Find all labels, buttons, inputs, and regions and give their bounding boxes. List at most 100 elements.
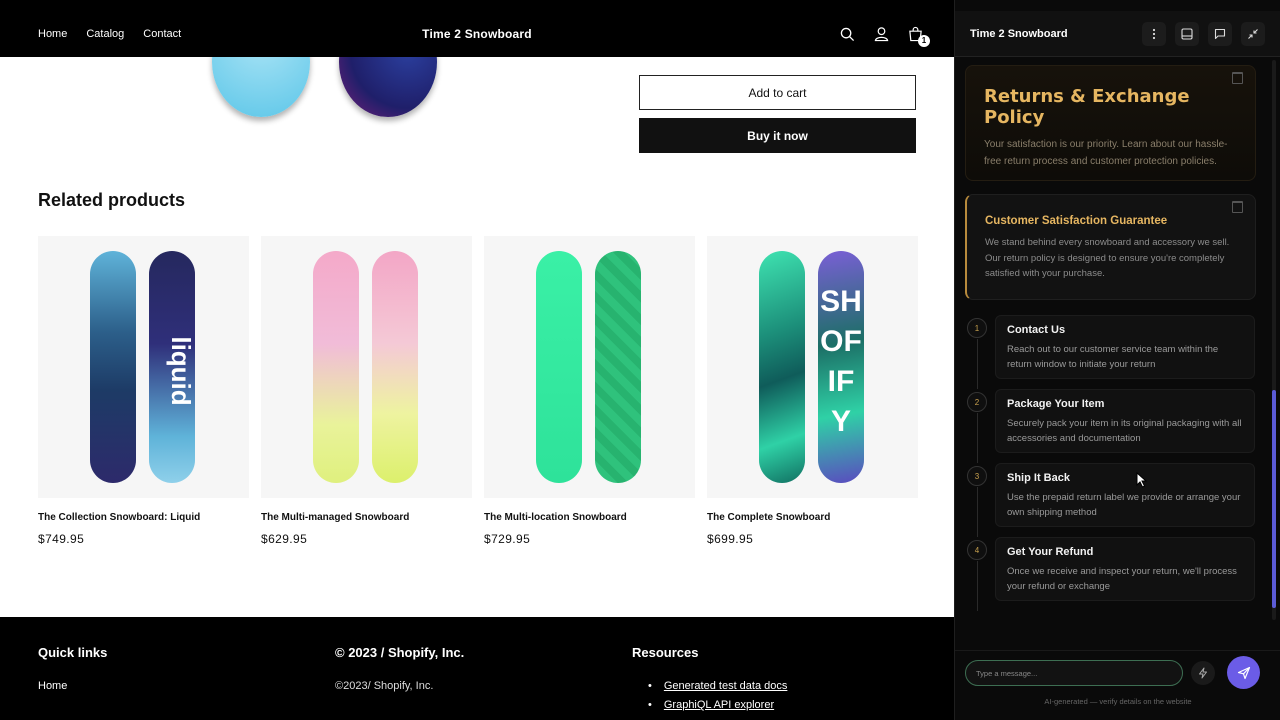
step-description: Use the prepaid return label we provide … — [1007, 492, 1241, 518]
step-description: Once we receive and inspect your return,… — [1007, 566, 1237, 592]
chat-icon[interactable] — [1208, 22, 1232, 46]
guarantee-title: Customer Satisfaction Guarantee — [985, 215, 1168, 227]
svg-text:SH: SH — [820, 285, 862, 318]
main-nav: Home Catalog Contact — [38, 11, 181, 57]
header-icons: 1 — [838, 11, 930, 57]
product-name[interactable]: The Multi-managed Snowboard — [261, 512, 472, 523]
snowboard-graphic: liquid — [149, 251, 196, 483]
panel-icon[interactable] — [1175, 22, 1199, 46]
step-title: Ship It Back — [1007, 472, 1070, 484]
snowboard-graphic — [536, 251, 582, 483]
product-name[interactable]: The Complete Snowboard — [707, 512, 918, 523]
step-connector — [977, 339, 978, 389]
message-input[interactable] — [965, 660, 1183, 686]
product-board-top-right — [339, 57, 437, 117]
lightning-icon[interactable] — [1191, 661, 1215, 685]
product-card[interactable]: liquid The Collection Snowboard: Liquid … — [38, 236, 249, 546]
chat-panel-header: Time 2 Snowboard — [955, 11, 1280, 57]
buy-now-button[interactable]: Buy it now — [639, 118, 916, 153]
list-item: Generated test data docs — [632, 680, 788, 692]
snowboard-graphic: SH OF IF Y — [818, 251, 864, 483]
product-board-top-left — [212, 57, 310, 117]
svg-text:Y: Y — [831, 405, 851, 438]
product-card[interactable]: The Multi-managed Snowboard $629.95 — [261, 236, 472, 546]
svg-text:IF: IF — [828, 365, 855, 398]
snowboard-graphic — [595, 251, 641, 483]
policy-hero-card: Returns & Exchange Policy Your satisfact… — [965, 65, 1256, 181]
footer-link-home[interactable]: Home — [38, 680, 107, 692]
store-header: Home Catalog Contact Time 2 Snowboard 1 — [0, 11, 954, 57]
add-to-cart-button[interactable]: Add to cart — [639, 75, 916, 110]
product-image — [261, 236, 472, 498]
product-image: liquid — [38, 236, 249, 498]
chat-composer: AI-generated — verify details on the web… — [955, 650, 1280, 720]
copyright-text: ©2023/ Shopify, Inc. — [335, 680, 434, 692]
step-card: Package Your Item Securely pack your ite… — [995, 389, 1255, 453]
mouse-cursor-icon — [1136, 472, 1148, 488]
send-icon — [1237, 666, 1250, 679]
product-name[interactable]: The Multi-location Snowboard — [484, 512, 695, 523]
step-number: 1 — [967, 318, 987, 338]
product-card[interactable]: The Multi-location Snowboard $729.95 — [484, 236, 695, 546]
product-name[interactable]: The Collection Snowboard: Liquid — [38, 512, 249, 523]
send-button[interactable] — [1227, 656, 1260, 689]
footer-heading: Quick links — [38, 645, 108, 660]
chat-scrollbar[interactable] — [1272, 60, 1276, 620]
more-vertical-icon[interactable] — [1142, 22, 1166, 46]
product-card[interactable]: SH OF IF Y The Complete Snowboard $699.95 — [707, 236, 918, 546]
resources-list: Generated test data docs GraphiQL API ex… — [632, 680, 788, 711]
chat-messages: Returns & Exchange Policy Your satisfact… — [955, 57, 1271, 650]
guarantee-card: Customer Satisfaction Guarantee We stand… — [965, 194, 1256, 300]
top-strip — [0, 0, 954, 11]
nav-contact[interactable]: Contact — [143, 28, 181, 40]
step-description: Reach out to our customer service team w… — [1007, 344, 1219, 370]
footer-resources: Resources Generated test data docs Graph… — [632, 645, 787, 718]
step-card: Ship It Back Use the prepaid return labe… — [995, 463, 1255, 527]
chat-panel-title: Time 2 Snowboard — [970, 28, 1068, 40]
store-page: Home Catalog Contact Time 2 Snowboard 1 … — [0, 0, 954, 720]
nav-catalog[interactable]: Catalog — [86, 28, 124, 40]
scrollbar-thumb[interactable] — [1272, 390, 1276, 608]
trash-icon[interactable] — [1232, 72, 1243, 84]
product-price: $749.95 — [38, 532, 85, 546]
step-number: 2 — [967, 392, 987, 412]
resource-link[interactable]: Generated test data docs — [664, 680, 788, 692]
svg-text:liquid: liquid — [166, 336, 195, 405]
nav-home[interactable]: Home — [38, 28, 67, 40]
header-actions — [1142, 22, 1265, 46]
footer-heading: © 2023 / Shopify, Inc. — [335, 645, 465, 660]
product-image: SH OF IF Y — [707, 236, 918, 498]
step-card: Contact Us Reach out to our customer ser… — [995, 315, 1255, 379]
return-step: 4 Get Your Refund Once we receive and in… — [965, 537, 1256, 611]
step-title: Package Your Item — [1007, 398, 1105, 410]
footer-quick-links: Quick links Home — [38, 645, 107, 692]
footer-heading: Resources — [632, 645, 699, 660]
chat-panel: Time 2 Snowboard Returns & Exchange Poli… — [954, 0, 1280, 720]
resource-link[interactable]: GraphiQL API explorer — [664, 699, 774, 711]
return-step: 3 Ship It Back Use the prepaid return la… — [965, 463, 1256, 537]
step-card: Get Your Refund Once we receive and insp… — [995, 537, 1255, 601]
step-connector — [977, 487, 978, 537]
step-title: Contact Us — [1007, 324, 1066, 336]
guarantee-description: We stand behind every snowboard and acce… — [985, 237, 1230, 279]
ai-disclaimer: AI-generated — verify details on the web… — [1044, 697, 1192, 706]
list-item: GraphiQL API explorer — [632, 699, 787, 711]
trash-icon[interactable] — [1232, 201, 1243, 213]
product-image-preview — [96, 57, 550, 153]
product-price: $699.95 — [707, 532, 754, 546]
step-number: 4 — [967, 540, 987, 560]
product-price: $629.95 — [261, 532, 308, 546]
cart-icon[interactable]: 1 — [906, 25, 930, 47]
svg-text:OF: OF — [820, 325, 862, 358]
return-step: 1 Contact Us Reach out to our customer s… — [965, 315, 1256, 389]
collapse-icon[interactable] — [1241, 22, 1265, 46]
related-products-grid: liquid The Collection Snowboard: Liquid … — [38, 236, 918, 546]
return-steps: 1 Contact Us Reach out to our customer s… — [965, 315, 1256, 611]
step-connector — [977, 561, 978, 611]
account-icon[interactable] — [872, 25, 890, 43]
step-description: Securely pack your item in its original … — [1007, 418, 1242, 444]
snowboard-graphic — [313, 251, 359, 483]
step-number: 3 — [967, 466, 987, 486]
search-icon[interactable] — [838, 25, 856, 43]
step-title: Get Your Refund — [1007, 546, 1094, 558]
